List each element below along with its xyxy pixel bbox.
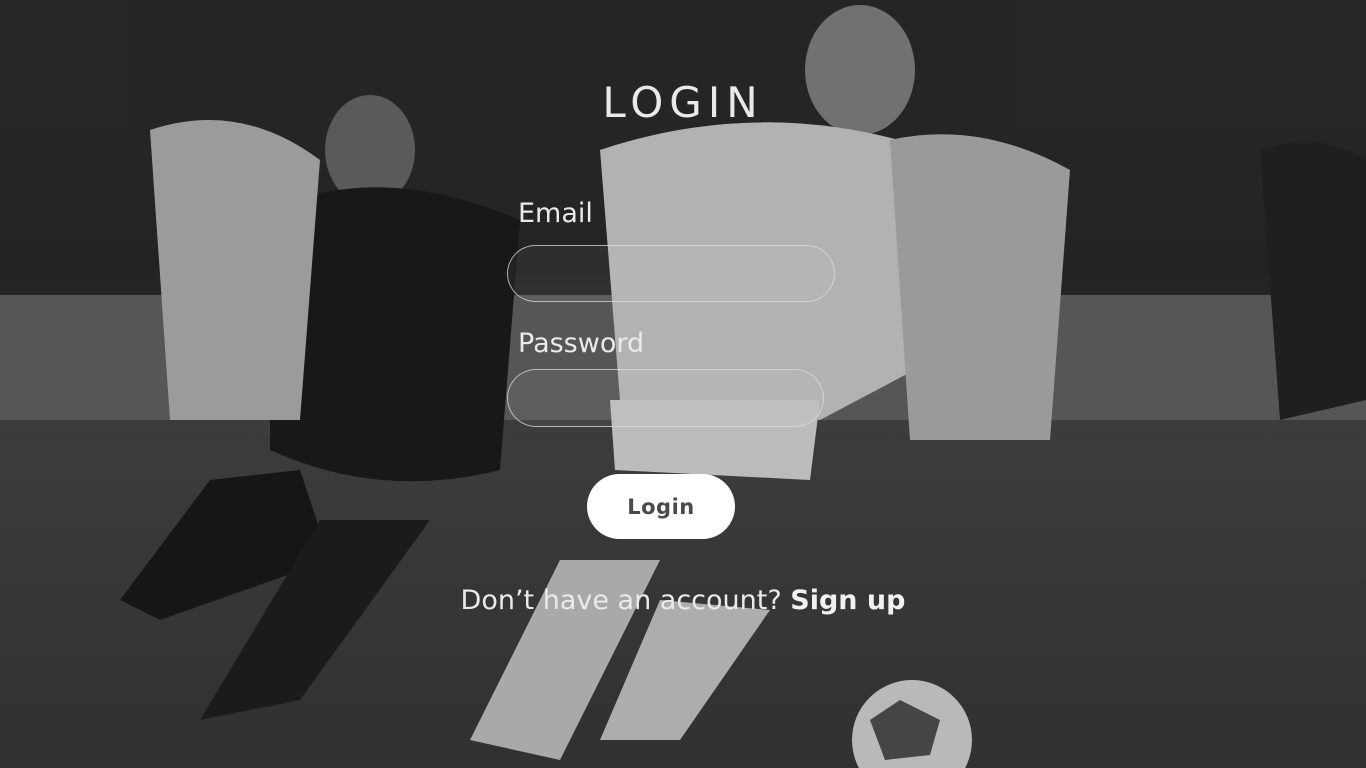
password-label: Password bbox=[518, 328, 645, 359]
signup-prompt: Don’t have an account? Sign up bbox=[0, 585, 1366, 616]
password-field[interactable] bbox=[507, 369, 824, 427]
email-label: Email bbox=[518, 198, 593, 229]
page-title: LOGIN bbox=[602, 78, 764, 127]
login-page: LOGIN Email Password Login Don’t have an… bbox=[0, 0, 1366, 768]
signup-link[interactable]: Sign up bbox=[790, 585, 905, 616]
login-button[interactable]: Login bbox=[587, 474, 735, 539]
signup-prompt-text: Don’t have an account? bbox=[460, 585, 791, 616]
email-field[interactable] bbox=[507, 245, 835, 302]
